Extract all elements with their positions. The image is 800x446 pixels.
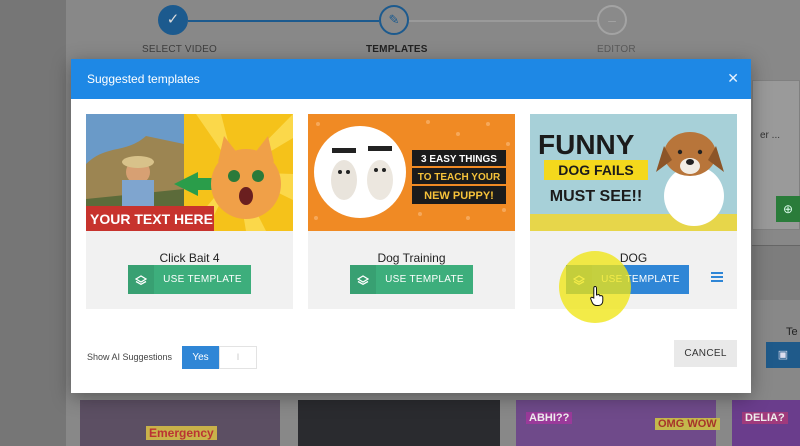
- ai-suggestions-toggle[interactable]: Yes I: [182, 346, 257, 369]
- template-card-click-bait-4[interactable]: YOUR TEXT HERE Click Bait 4 USE TEMPLATE: [86, 114, 293, 309]
- close-icon[interactable]: ✕: [727, 70, 739, 87]
- preview-text: YOUR TEXT HERE: [90, 211, 213, 227]
- thumbnail-text: DELIA?: [742, 412, 788, 424]
- plus-icon[interactable]: ⊕: [776, 196, 800, 222]
- use-template-button[interactable]: USE TEMPLATE: [128, 265, 251, 294]
- thumbnail-text: ABHI??: [526, 412, 573, 424]
- template-preview-image: YOUR TEXT HERE: [86, 114, 293, 231]
- image-icon[interactable]: ▣: [766, 342, 800, 368]
- toggle-no-option[interactable]: I: [219, 346, 257, 369]
- modal-title: Suggested templates: [87, 72, 200, 86]
- modal-header: Suggested templates ✕: [71, 59, 751, 99]
- dash-icon[interactable]: –: [597, 5, 627, 35]
- template-name: Dog Training: [377, 251, 446, 265]
- hand-cursor-icon: [590, 286, 604, 306]
- step-connector: [188, 20, 379, 22]
- layers-icon: [128, 265, 154, 294]
- dog-training-illustration: 3 EASY THINGS TO TEACH YOUR NEW PUPPY!: [308, 114, 515, 231]
- preview-text: DOG FAILS: [558, 162, 633, 178]
- template-preview-image: 3 EASY THINGS TO TEACH YOUR NEW PUPPY!: [308, 114, 515, 231]
- pencil-icon[interactable]: ✎: [379, 5, 409, 35]
- menu-icon[interactable]: [711, 272, 723, 284]
- template-thumbnail[interactable]: [298, 400, 500, 446]
- wizard-stepper: ✓ ✎ – SELECT VIDEO TEMPLATES EDITOR: [100, 0, 660, 60]
- template-card-dog-training[interactable]: 3 EASY THINGS TO TEACH YOUR NEW PUPPY! D…: [308, 114, 515, 309]
- ai-suggestions-label: Show AI Suggestions: [87, 352, 173, 362]
- preview-text: FUNNY: [538, 129, 635, 160]
- use-template-label: USE TEMPLATE: [385, 274, 464, 285]
- preview-text: TO TEACH YOUR: [418, 172, 501, 183]
- cancel-button[interactable]: CANCEL: [674, 340, 737, 367]
- thumbnail-text: OMG WOW: [655, 418, 720, 430]
- dog-illustration: FUNNY DOG FAILS MUST SEE!!: [530, 114, 737, 231]
- side-card-text: er ...: [760, 130, 781, 141]
- click-bait-illustration: YOUR TEXT HERE: [86, 114, 293, 231]
- template-name: DOG: [619, 251, 648, 265]
- layers-icon: [350, 265, 376, 294]
- toggle-yes-option[interactable]: Yes: [182, 346, 219, 369]
- preview-text: MUST SEE!!: [550, 188, 642, 205]
- waveform-panel: [752, 245, 800, 300]
- step-label-templates: TEMPLATES: [366, 44, 428, 55]
- preview-text: 3 EASY THINGS: [421, 154, 497, 165]
- left-panel: [0, 0, 66, 446]
- template-name: Click Bait 4: [159, 251, 220, 265]
- side-label: Te: [786, 326, 798, 338]
- step-label-editor: EDITOR: [597, 44, 636, 55]
- suggested-templates-modal: Suggested templates ✕ YOUR TEXT HERE Cli…: [71, 59, 751, 393]
- use-template-label: USE TEMPLATE: [163, 274, 242, 285]
- step-label-select-video: SELECT VIDEO: [142, 44, 218, 55]
- template-preview-image: FUNNY DOG FAILS MUST SEE!!: [530, 114, 737, 231]
- step-connector: [409, 20, 597, 22]
- thumbnail-text: Emergency: [146, 426, 217, 440]
- check-icon[interactable]: ✓: [158, 5, 188, 35]
- use-template-button[interactable]: USE TEMPLATE: [350, 265, 473, 294]
- preview-text: NEW PUPPY!: [424, 190, 494, 202]
